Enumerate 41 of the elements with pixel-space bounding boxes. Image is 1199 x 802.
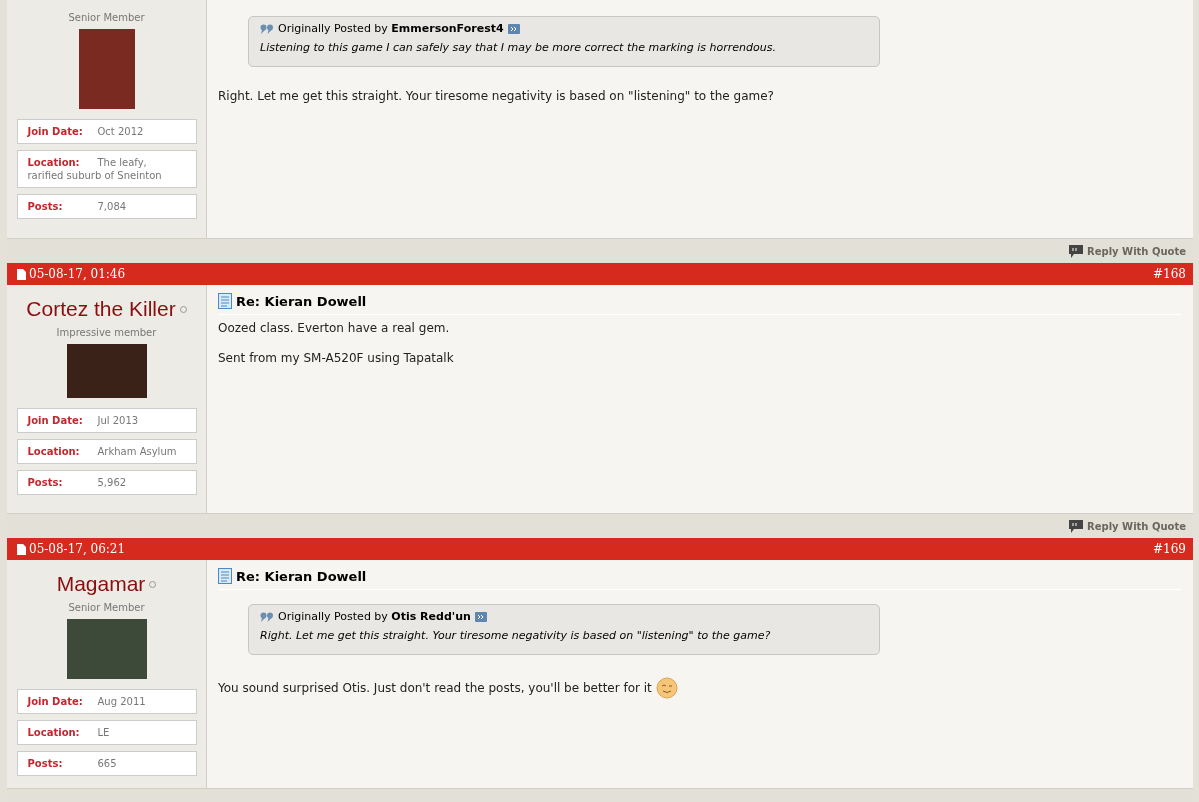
- message-text: You sound surprised Otis. Just don't read the posts, you'll be better for it: [218, 681, 652, 695]
- user-rank: Senior Member: [68, 602, 145, 613]
- quote-attribution: Originally Posted by Otis Redd'un: [278, 610, 471, 623]
- document-icon: [218, 568, 232, 584]
- view-post-icon[interactable]: [507, 23, 520, 34]
- user-info-field: Posts: 7,084: [16, 194, 197, 219]
- post-number-link[interactable]: #168: [1153, 267, 1186, 281]
- winking-smiley-icon: [655, 677, 678, 699]
- user-info-field: Location: The leafy, rarified suburb of Sneinton: [16, 150, 197, 188]
- post-date: 05-08-17, 01:46: [17, 267, 126, 281]
- user-info-field: Join Date: Aug 2011: [16, 689, 197, 714]
- user-info-field: Location: LE: [16, 720, 197, 745]
- document-icon: [17, 543, 26, 555]
- post-title: Re: Kieran Dowell: [236, 568, 367, 584]
- message-text: Right. Let me get this straight. Your tiresome negativity is based on "listening" to the game?: [218, 89, 774, 103]
- speech-bubble-icon: [1069, 244, 1084, 258]
- user-info-field: Join Date: Jul 2013: [16, 408, 197, 433]
- post-title: Re: Kieran Dowell: [236, 293, 367, 309]
- user-rank: Senior Member: [68, 12, 145, 23]
- user-info-field: Posts: 665: [16, 751, 197, 776]
- username-link[interactable]: Cortez the Killer: [26, 297, 187, 321]
- username-link[interactable]: Magamar: [56, 572, 157, 596]
- post-number-link[interactable]: #169: [1153, 542, 1186, 556]
- document-icon: [17, 268, 26, 280]
- quote-icon: [260, 23, 274, 34]
- quote-icon: [260, 611, 274, 622]
- user-info-field: Posts: 5,962: [16, 470, 197, 495]
- user-rank: Impressive member: [56, 327, 157, 338]
- post-date: 05-08-17, 06:21: [17, 542, 126, 556]
- message-text: Oozed class. Everton have a real gem.: [218, 321, 450, 335]
- speech-bubble-icon: [1069, 519, 1084, 533]
- view-post-icon[interactable]: [474, 611, 487, 622]
- reply-with-quote-link[interactable]: Reply With Quote: [1069, 519, 1186, 533]
- quote-text: Listening to this game I can safely say that I may be more correct the marking is horrendous.: [260, 41, 777, 54]
- message-text: Sent from my SM-A520F using Tapatalk: [218, 351, 454, 365]
- reply-with-quote-link[interactable]: Reply With Quote: [1069, 244, 1186, 258]
- quote-attribution: Originally Posted by EmmersonForest4: [278, 22, 504, 35]
- user-info-field: Join Date: Oct 2012: [16, 119, 197, 144]
- user-info-field: Location: Arkham Asylum: [16, 439, 197, 464]
- quote-text: Right. Let me get this straight. Your tiresome negativity is based on "listening" to the game?: [260, 629, 772, 642]
- document-icon: [218, 293, 232, 309]
